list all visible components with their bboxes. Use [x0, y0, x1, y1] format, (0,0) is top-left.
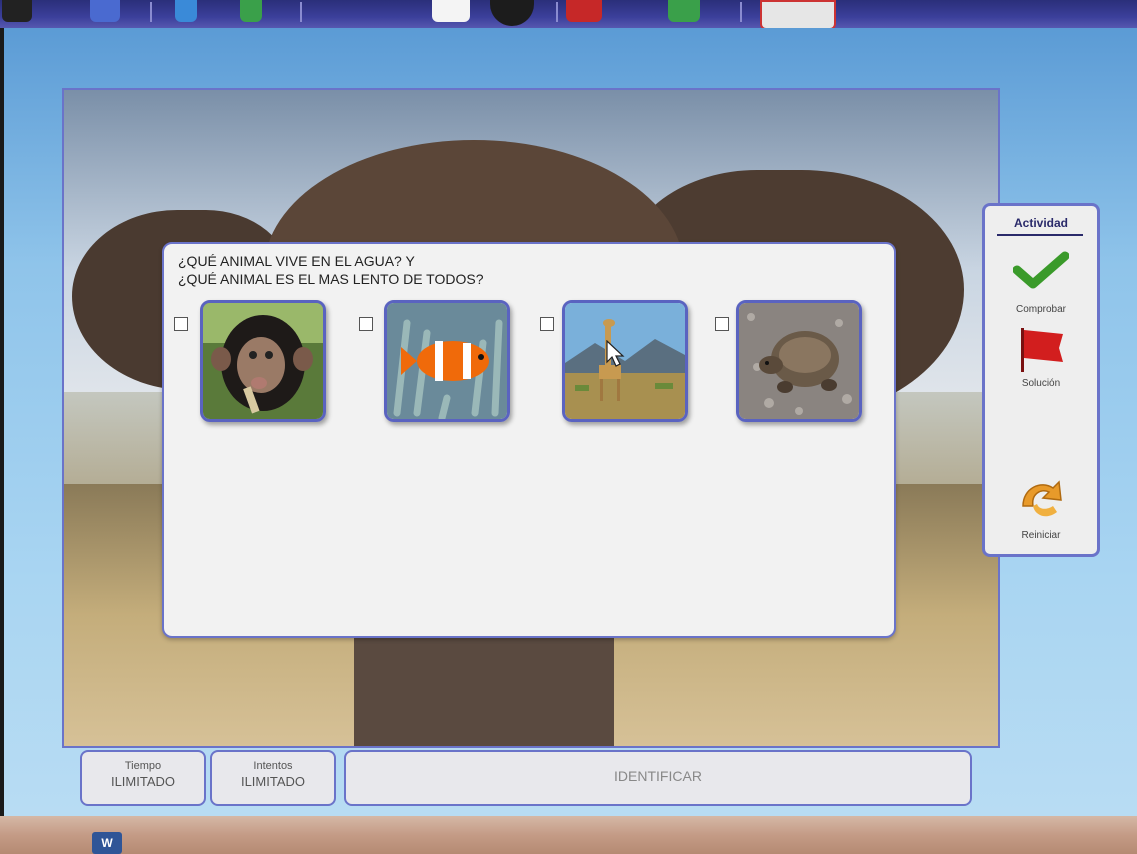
option-checkbox-giraffe[interactable] [540, 317, 554, 331]
mouse-cursor-icon [606, 340, 625, 367]
red-flag-icon [1021, 328, 1063, 372]
solution-button-label[interactable]: Solución [985, 378, 1097, 389]
elephant-legs [354, 626, 614, 746]
solution-button[interactable] [985, 324, 1097, 381]
option-checkbox-clownfish[interactable] [359, 317, 373, 331]
checkmark-icon [1012, 251, 1070, 289]
reset-button-label[interactable]: Reiniciar [985, 530, 1097, 541]
app-icon[interactable] [2, 0, 32, 22]
reset-button[interactable] [985, 476, 1097, 529]
card-icon[interactable] [760, 0, 836, 30]
question-card: ¿QUÉ ANIMAL VIVE EN EL AGUA? Y ¿QUÉ ANIM… [162, 242, 896, 638]
blank-page-icon[interactable] [432, 0, 470, 22]
activity-mode-label: IDENTIFICAR [614, 768, 702, 784]
toolbar-separator [740, 2, 742, 22]
reset-arrow-icon [1022, 480, 1062, 517]
toolbar-separator [556, 2, 558, 22]
option-checkbox-tortoise[interactable] [715, 317, 729, 331]
clownfish-image[interactable] [384, 300, 510, 422]
taskbar [0, 816, 1137, 854]
question-line-2: ¿QUÉ ANIMAL ES EL MAS LENTO DE TODOS? [178, 271, 484, 287]
panel-title-underline [997, 234, 1083, 236]
word-taskbar-icon[interactable]: W [92, 832, 122, 854]
tortoise-image[interactable] [736, 300, 862, 422]
attempts-title: Intentos [253, 760, 293, 772]
toolbar-separator [150, 2, 152, 22]
mail-icon[interactable] [566, 0, 602, 22]
activity-panel: Actividad Comprobar Solución Reiniciar [982, 203, 1100, 557]
question-line-1: ¿QUÉ ANIMAL VIVE EN EL AGUA? Y [178, 253, 415, 269]
check-button-label[interactable]: Comprobar [985, 304, 1097, 315]
refresh-icon[interactable] [240, 0, 262, 22]
activity-panel-title: Actividad [1013, 216, 1068, 230]
attempts-status: Intentos ILIMITADO [210, 750, 336, 806]
time-title: Tiempo [124, 760, 162, 772]
toolbar-separator [300, 2, 302, 22]
add-icon[interactable] [668, 0, 700, 22]
question-text: ¿QUÉ ANIMAL VIVE EN EL AGUA? Y ¿QUÉ ANIM… [178, 252, 484, 288]
time-status: Tiempo ILIMITADO [80, 750, 206, 806]
check-button[interactable] [985, 250, 1097, 295]
option-checkbox-chimpanzee[interactable] [174, 317, 188, 331]
back-icon[interactable] [90, 0, 120, 22]
chimpanzee-image[interactable] [200, 300, 326, 422]
top-toolbar [0, 0, 1137, 30]
activity-mode-bar: IDENTIFICAR [344, 750, 972, 806]
attempts-value: ILIMITADO [240, 774, 306, 789]
globe-icon[interactable] [175, 0, 197, 22]
settings-icon[interactable] [490, 0, 534, 26]
time-value: ILIMITADO [110, 774, 176, 789]
